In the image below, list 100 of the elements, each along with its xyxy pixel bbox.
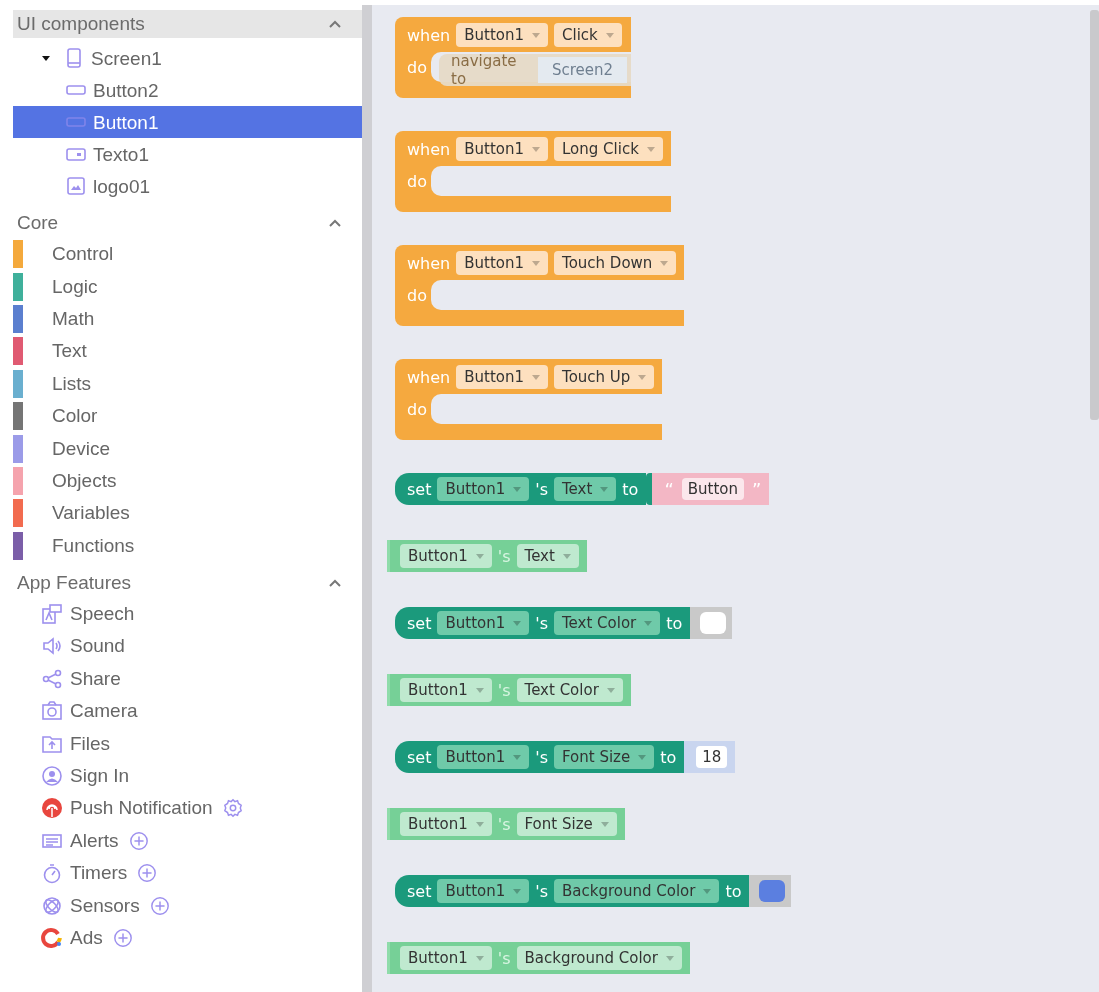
- component-dropdown[interactable]: Button1: [456, 365, 548, 389]
- feature-item[interactable]: Share: [70, 667, 121, 690]
- feature-item[interactable]: Speech: [70, 603, 135, 626]
- feature-item[interactable]: Files: [70, 732, 111, 755]
- category-item[interactable]: Math: [52, 307, 95, 330]
- category-item[interactable]: Lists: [52, 372, 92, 395]
- category-item[interactable]: Control: [52, 243, 114, 266]
- component-dropdown[interactable]: Button1: [437, 611, 530, 635]
- number-block[interactable]: 18: [684, 741, 736, 773]
- getter-block[interactable]: Button1 's Text Color: [387, 674, 631, 706]
- property-dropdown[interactable]: Text: [554, 477, 617, 501]
- feature-item[interactable]: Sensors: [70, 894, 140, 917]
- caret-icon: [532, 146, 540, 152]
- tree-item[interactable]: Button1: [13, 106, 362, 138]
- event-block[interactable]: when Button1 Click do navigate to Screen2: [395, 17, 631, 98]
- number-value[interactable]: 18: [696, 746, 728, 768]
- caret-icon: [475, 687, 484, 693]
- chevron-icon[interactable]: [328, 577, 342, 588]
- feature-item[interactable]: Push Notification: [70, 797, 213, 820]
- property-dropdown[interactable]: Text Color: [554, 611, 661, 635]
- property-dropdown[interactable]: Font Size: [554, 745, 655, 769]
- caret-icon: [644, 620, 653, 626]
- category-item[interactable]: Color: [52, 405, 98, 428]
- color-block[interactable]: [690, 607, 733, 639]
- scrollbar[interactable]: [1090, 10, 1099, 420]
- component-dropdown[interactable]: Button1: [437, 879, 530, 903]
- component-dropdown[interactable]: Button1: [400, 946, 492, 970]
- text-block[interactable]: “ Button ”: [646, 473, 770, 505]
- block-keyword: 's: [535, 479, 548, 499]
- component-dropdown[interactable]: Button1: [400, 544, 492, 568]
- component-dropdown[interactable]: Button1: [437, 745, 530, 769]
- text-value[interactable]: Button: [681, 478, 744, 500]
- setter-block[interactable]: set Button1 's Background Color to: [395, 875, 750, 907]
- event-dropdown[interactable]: Touch Up: [554, 365, 655, 389]
- color-swatch[interactable]: [759, 880, 786, 902]
- section-header[interactable]: UI components: [13, 10, 362, 38]
- section-title[interactable]: Core: [17, 212, 59, 234]
- add-icon[interactable]: [128, 830, 149, 851]
- property-dropdown[interactable]: Font Size: [516, 812, 617, 836]
- share-icon: [41, 667, 63, 690]
- block-keyword: set: [407, 881, 432, 901]
- caret-icon: [532, 374, 540, 380]
- category-item[interactable]: Device: [52, 437, 111, 460]
- property-dropdown[interactable]: Text: [516, 544, 579, 568]
- tree-item[interactable]: Button2: [13, 74, 362, 106]
- caret-icon: [513, 888, 522, 894]
- chevron-icon[interactable]: [328, 19, 342, 29]
- image-icon: [65, 175, 87, 197]
- color-swatch[interactable]: [700, 612, 727, 634]
- property-dropdown[interactable]: Background Color: [554, 879, 720, 903]
- component-dropdown[interactable]: Button1: [400, 678, 492, 702]
- property-dropdown[interactable]: Text Color: [516, 678, 623, 702]
- property-dropdown[interactable]: Background Color: [516, 946, 682, 970]
- caret-icon: [646, 146, 655, 152]
- setter-block[interactable]: set Button1 's Font Size to: [395, 741, 685, 773]
- component-dropdown[interactable]: Button1: [400, 812, 492, 836]
- section-title[interactable]: UI components: [17, 13, 145, 35]
- event-block[interactable]: when Button1 Long Click do: [395, 131, 671, 212]
- dragged-block[interactable]: navigate to Screen2: [439, 54, 631, 86]
- event-dropdown[interactable]: Click: [554, 23, 622, 47]
- feature-item[interactable]: Camera: [70, 700, 138, 723]
- component-dropdown[interactable]: Button1: [456, 23, 548, 47]
- feature-item[interactable]: Sound: [70, 635, 125, 658]
- caret-icon: [638, 754, 647, 760]
- event-dropdown[interactable]: Touch Down: [554, 251, 677, 275]
- feature-item[interactable]: Ads: [70, 927, 103, 949]
- feature-item[interactable]: Alerts: [70, 829, 119, 852]
- getter-block[interactable]: Button1 's Background Color: [387, 942, 690, 974]
- event-block[interactable]: when Button1 Touch Down do: [395, 245, 685, 326]
- getter-block[interactable]: Button1 's Text: [387, 540, 587, 572]
- add-icon[interactable]: [137, 863, 158, 884]
- getter-block[interactable]: Button1 's Font Size: [387, 808, 625, 840]
- caret-icon: [513, 754, 522, 760]
- section-title[interactable]: App Features: [17, 571, 132, 594]
- chevron-icon[interactable]: [328, 218, 342, 228]
- event-block[interactable]: when Button1 Touch Up do: [395, 359, 663, 440]
- settings-icon[interactable]: [222, 798, 243, 819]
- setter-block[interactable]: set Button1 's Text Color to: [395, 607, 691, 639]
- component-dropdown[interactable]: Button1: [456, 137, 548, 161]
- component-dropdown[interactable]: Button1: [437, 477, 530, 501]
- add-icon[interactable]: [112, 928, 133, 948]
- feature-item[interactable]: Sign In: [70, 765, 130, 788]
- category-item[interactable]: Variables: [52, 502, 130, 525]
- block-keyword: do: [406, 57, 428, 77]
- color-block[interactable]: [749, 875, 792, 907]
- category-item[interactable]: Text: [52, 340, 87, 363]
- tree-item[interactable]: Texto1: [13, 138, 362, 170]
- block-keyword: 's: [535, 881, 548, 901]
- setter-block[interactable]: set Button1 's Text to: [395, 473, 647, 505]
- component-dropdown[interactable]: Button1: [456, 251, 548, 275]
- tree-item[interactable]: logo01: [13, 170, 362, 202]
- tree-item[interactable]: Screen1: [13, 42, 362, 74]
- category-item[interactable]: Logic: [52, 275, 98, 298]
- category-item[interactable]: Functions: [52, 534, 135, 557]
- event-dropdown[interactable]: Long Click: [554, 137, 663, 161]
- expand-triangle-icon[interactable]: [41, 53, 51, 63]
- category-item[interactable]: Objects: [52, 469, 117, 492]
- feature-item[interactable]: Timers: [70, 862, 128, 885]
- add-icon[interactable]: [149, 895, 170, 916]
- broadcast-icon: [41, 797, 63, 820]
